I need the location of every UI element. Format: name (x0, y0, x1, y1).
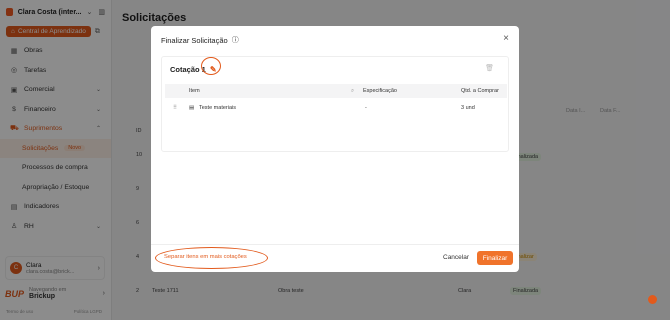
pencil-icon[interactable]: ✎ (210, 65, 217, 74)
item-qty: 3 und (461, 105, 475, 111)
box-icon: ▤ (189, 105, 195, 111)
split-quotes-link[interactable]: Separar itens em mais cotações (164, 254, 247, 260)
finalize-request-modal: Finalizar Solicitação ⓘ × Cotação 1 ✎ 🗑 It… (151, 26, 519, 272)
drag-handle-icon[interactable]: ⠿ (173, 105, 177, 111)
help-icon[interactable]: ⓘ (232, 35, 239, 45)
trash-icon[interactable]: 🗑 (485, 64, 494, 72)
help-chat-button[interactable] (648, 295, 657, 304)
cancel-button[interactable]: Cancelar (443, 254, 469, 261)
close-icon[interactable]: × (503, 33, 509, 44)
column-header: Item (189, 88, 200, 94)
table-row: ⠿ ▤ Teste materiais - 3 und (165, 101, 507, 117)
modal-title: Finalizar Solicitação ⓘ (161, 35, 239, 45)
item-spec: - (365, 105, 367, 111)
item-name: Teste materiais (199, 105, 236, 111)
column-header: Qtd. a Comprar (461, 88, 499, 94)
search-icon[interactable]: ⌕ (351, 88, 354, 95)
quote-title: Cotação 1 (170, 65, 206, 74)
column-header: Especificação (363, 88, 397, 94)
quote-card: Cotação 1 ✎ 🗑 Item ⌕ Especificação Qtd. a… (161, 56, 509, 152)
table-header: Item ⌕ Especificação Qtd. a Comprar (165, 84, 507, 98)
finish-button[interactable]: Finalizar (477, 251, 513, 265)
